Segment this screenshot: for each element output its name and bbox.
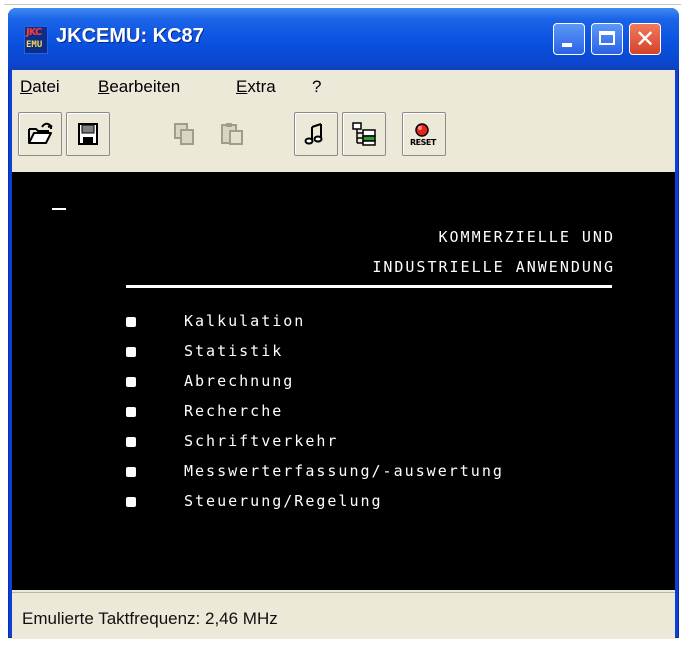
reset-label: RESET	[410, 138, 436, 147]
close-button[interactable]: ✕	[629, 23, 661, 55]
list-item-text: Abrechnung	[184, 372, 295, 390]
menu-bearbeiten-mnemonic: B	[98, 77, 110, 96]
open-file-icon	[28, 122, 53, 144]
bullet-icon	[126, 467, 136, 477]
settings-button[interactable]	[342, 112, 386, 156]
menu-extra[interactable]: Extra	[236, 77, 276, 97]
title-bar[interactable]: JKC EMU JKCEMU: KC87 ✕	[8, 8, 679, 70]
menu-help[interactable]: ?	[312, 77, 321, 97]
emulator-screen[interactable]: KOMMERZIELLE UND INDUSTRIELLE ANWENDUNG …	[12, 172, 675, 590]
bullet-icon	[126, 317, 136, 327]
application-window: JKC EMU JKCEMU: KC87 ✕ Datei Bearbeiten …	[8, 8, 679, 639]
window-title: JKCEMU: KC87	[56, 25, 204, 47]
bullet-icon	[126, 347, 136, 357]
maximize-button[interactable]	[591, 23, 623, 55]
app-icon-label-top: JKC	[26, 27, 42, 38]
menu-bearbeiten-label: earbeiten	[109, 77, 181, 96]
menu-extra-mnemonic: E	[236, 77, 248, 96]
toolbar: RESET	[12, 108, 675, 170]
screen-heading-line-2: INDUSTRIELLE ANWENDUNG	[372, 258, 615, 276]
app-icon[interactable]: JKC EMU	[24, 26, 48, 54]
audio-button[interactable]	[294, 112, 338, 156]
bullet-icon	[126, 497, 136, 507]
open-button[interactable]	[18, 112, 62, 156]
menu-extra-label: xtra	[247, 77, 276, 96]
desktop-frame-top	[0, 0, 681, 5]
bullet-icon	[126, 377, 136, 387]
menu-bar: Datei Bearbeiten Extra ?	[12, 70, 675, 106]
menu-datei-label: atei	[32, 77, 60, 96]
list-item-text: Steuerung/Regelung	[184, 492, 383, 510]
list-item-text: Recherche	[184, 402, 284, 420]
status-text: Emulierte Taktfrequenz: 2,46 MHz	[22, 609, 278, 628]
reset-icon	[415, 123, 429, 137]
save-button[interactable]	[66, 112, 110, 156]
paste-icon	[221, 123, 243, 145]
maximize-icon	[599, 31, 615, 45]
heading-underline	[126, 285, 612, 288]
bullet-icon	[126, 437, 136, 447]
bullet-icon	[126, 407, 136, 417]
menu-datei[interactable]: Datei	[20, 77, 60, 97]
minimize-icon	[562, 43, 572, 47]
status-bar: Emulierte Taktfrequenz: 2,46 MHz	[12, 592, 675, 639]
menu-bearbeiten[interactable]: Bearbeiten	[98, 77, 180, 97]
save-icon	[78, 123, 98, 145]
settings-icon	[352, 122, 376, 146]
list-item-text: Schriftverkehr	[184, 432, 339, 450]
app-icon-label-bottom: EMU	[26, 40, 43, 50]
list-item-text: Messwerterfassung/-auswertung	[184, 462, 504, 480]
window-client-area: Datei Bearbeiten Extra ? RESET KOMMERZIE…	[12, 70, 675, 639]
reset-button[interactable]: RESET	[402, 112, 446, 156]
close-icon: ✕	[635, 25, 656, 53]
list-item-text: Kalkulation	[184, 312, 306, 330]
text-cursor	[52, 208, 66, 210]
menu-help-label: ?	[312, 77, 322, 96]
desktop-frame-left	[0, 4, 4, 646]
menu-datei-mnemonic: D	[20, 77, 33, 96]
copy-button[interactable]	[162, 112, 206, 156]
paste-button[interactable]	[210, 112, 254, 156]
audio-icon	[304, 123, 323, 145]
copy-icon	[174, 123, 194, 145]
screen-heading-line-1: KOMMERZIELLE UND	[438, 228, 615, 246]
list-item-text: Statistik	[184, 342, 284, 360]
minimize-button[interactable]	[553, 23, 585, 55]
